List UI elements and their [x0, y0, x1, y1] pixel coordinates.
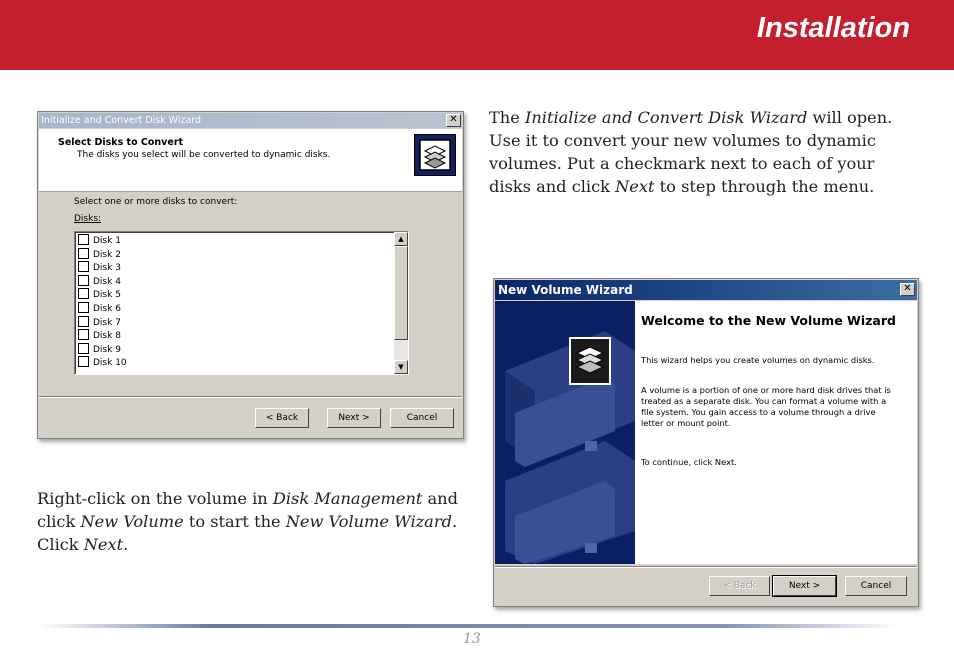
next-button[interactable]: Next > [772, 575, 837, 597]
disk-checkbox[interactable] [78, 288, 89, 300]
scroll-thumb[interactable] [394, 246, 408, 340]
cancel-button[interactable]: Cancel [845, 576, 907, 596]
disk-checkbox[interactable] [78, 247, 89, 259]
close-button[interactable]: ✕ [446, 114, 461, 127]
disk-list-item[interactable]: Disk 6 [78, 302, 121, 315]
back-button[interactable]: < Back [709, 576, 770, 596]
disk-checkbox[interactable] [78, 234, 89, 245]
disk-list-item[interactable]: Disk 2 [78, 247, 121, 261]
new-volume-instructions-text: Right-click on the volume in Disk Manage… [37, 487, 461, 556]
text-emphasis: Next [83, 535, 124, 554]
welcome-heading: Welcome to the New Volume Wizard [641, 313, 896, 328]
stacked-disks-graphic [505, 331, 635, 564]
new-volume-wizard-dialog: New Volume Wizard ✕ Welcome to the New V… [493, 278, 919, 607]
disk-checkbox[interactable] [78, 315, 89, 327]
text-segment: . [123, 535, 129, 554]
disk-label: Disk 2 [93, 249, 121, 260]
disk-list-item[interactable]: Disk 4 [78, 274, 121, 288]
text-emphasis: Initialize and Convert Disk Wizard [524, 108, 808, 127]
disk-wizard-icon [414, 134, 456, 176]
page-number: 13 [463, 631, 481, 647]
disk-label: Disk 10 [93, 358, 127, 369]
button-separator [495, 566, 917, 568]
vertical-scrollbar[interactable]: ▲ ▼ [394, 232, 408, 374]
disk-label: Disk 4 [93, 276, 121, 287]
page-header: Installation [0, 0, 954, 70]
wizard-step-subtitle: The disks you select will be converted t… [77, 150, 331, 160]
disk-list-item[interactable]: Disk 1 [78, 234, 121, 247]
disk-label: Disk 7 [93, 317, 121, 328]
disk-label: Disk 5 [93, 290, 121, 301]
next-button[interactable]: Next > [327, 408, 381, 428]
button-separator [39, 396, 462, 398]
disk-list-item[interactable]: Disk 3 [78, 261, 121, 274]
text-segment: The [489, 108, 525, 127]
text-emphasis: Next [615, 177, 655, 196]
disk-list-item[interactable]: Disk 8 [78, 329, 121, 342]
text-emphasis: New Volume [80, 512, 184, 531]
instruction-label: Select one or more disks to convert: [74, 197, 238, 207]
footer-rule [40, 624, 900, 628]
disks-label: Disks: [74, 214, 102, 224]
disk-checkbox[interactable] [78, 329, 89, 341]
wizard-instructions-text: The Initialize and Convert Disk Wizard w… [489, 106, 899, 198]
volume-description-text: A volume is a portion of one or more har… [641, 385, 891, 428]
text-emphasis: New Volume Wizard [285, 512, 452, 531]
disk-wizard-icon [569, 337, 611, 385]
convert-disk-wizard-dialog: Initialize and Convert Disk Wizard ✕ Sel… [37, 111, 464, 439]
disk-checkbox[interactable] [78, 274, 89, 286]
wizard-intro-text: This wizard helps you create volumes on … [641, 355, 875, 365]
disk-label: Disk 1 [93, 236, 121, 246]
text-segment: Right-click on the volume in [37, 489, 273, 508]
disk-checkbox[interactable] [78, 302, 89, 313]
text-emphasis: Disk Management [272, 489, 423, 508]
disk-checkbox[interactable] [78, 356, 89, 368]
dialog-titlebar: New Volume Wizard [495, 280, 917, 300]
wizard-header-band: Select Disks to Convert The disks you se… [39, 129, 462, 192]
disk-checkbox[interactable] [78, 261, 89, 273]
disk-label: Disk 6 [93, 304, 121, 314]
dialog-titlebar: Initialize and Convert Disk Wizard [39, 113, 462, 128]
disk-label: Disk 8 [93, 331, 121, 342]
wizard-side-panel [495, 301, 635, 564]
cancel-button[interactable]: Cancel [390, 408, 454, 428]
wizard-step-title: Select Disks to Convert [58, 137, 184, 148]
disk-list-item[interactable]: Disk 10 [78, 356, 127, 369]
continue-text: To continue, click Next. [641, 457, 737, 467]
scroll-down-icon[interactable]: ▼ [394, 360, 408, 374]
scroll-up-icon[interactable]: ▲ [394, 232, 408, 246]
disk-label: Disk 9 [93, 344, 121, 355]
disk-label: Disk 3 [93, 263, 121, 274]
wizard-content: Welcome to the New Volume Wizard This wi… [635, 301, 917, 564]
disk-list[interactable]: Disk 1 Disk 2 Disk 3 Disk 4 Disk 5 Disk 6 Disk… [74, 231, 409, 375]
page-title: Installation [756, 12, 910, 44]
disk-checkbox[interactable] [78, 342, 89, 354]
disk-list-item[interactable]: Disk 7 [78, 315, 121, 329]
close-button[interactable]: ✕ [900, 283, 915, 296]
text-segment: to start the [183, 512, 286, 531]
back-button[interactable]: < Back [255, 408, 309, 428]
disk-list-item[interactable]: Disk 9 [78, 342, 121, 356]
text-segment: to step through the menu. [654, 177, 875, 196]
disk-list-item[interactable]: Disk 5 [78, 288, 121, 301]
